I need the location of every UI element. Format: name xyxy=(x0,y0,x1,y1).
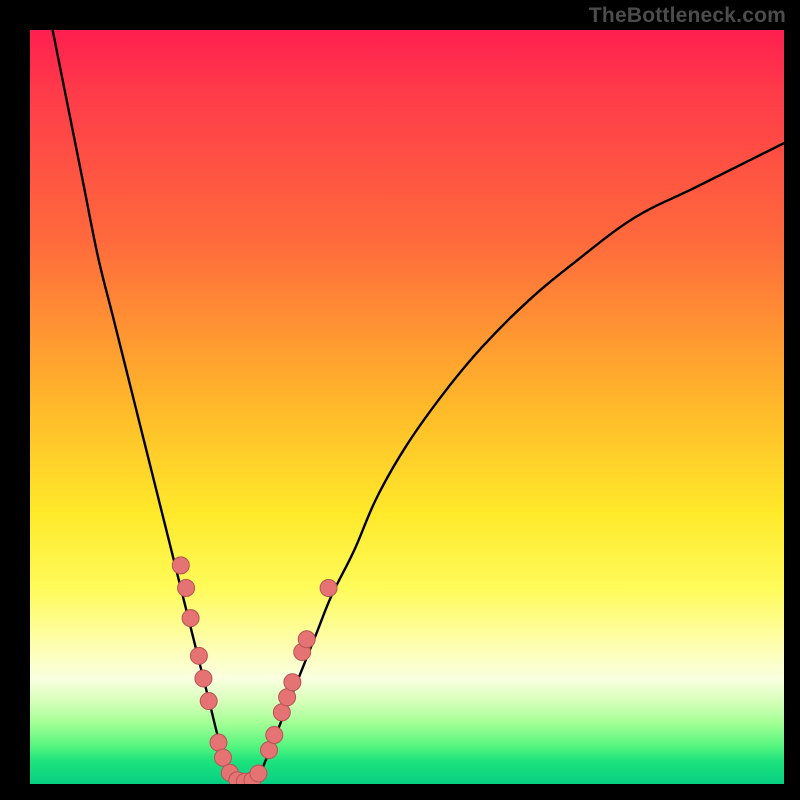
data-point-marker xyxy=(320,579,337,596)
data-point-marker xyxy=(266,726,283,743)
right-curve xyxy=(256,143,784,784)
data-point-marker xyxy=(178,579,195,596)
data-point-marker xyxy=(284,674,301,691)
markers-group xyxy=(172,557,337,784)
data-point-marker xyxy=(215,749,232,766)
data-point-marker xyxy=(182,610,199,627)
data-point-marker xyxy=(250,765,267,782)
chart-svg xyxy=(30,30,784,784)
data-point-marker xyxy=(279,689,296,706)
chart-stage: TheBottleneck.com xyxy=(0,0,800,800)
data-point-marker xyxy=(273,704,290,721)
data-point-marker xyxy=(200,693,217,710)
data-point-marker xyxy=(261,742,278,759)
data-point-marker xyxy=(172,557,189,574)
data-point-marker xyxy=(210,734,227,751)
watermark-text: TheBottleneck.com xyxy=(589,4,786,28)
data-point-marker xyxy=(195,670,212,687)
plot-area xyxy=(30,30,784,784)
data-point-marker xyxy=(298,631,315,648)
data-point-marker xyxy=(190,647,207,664)
